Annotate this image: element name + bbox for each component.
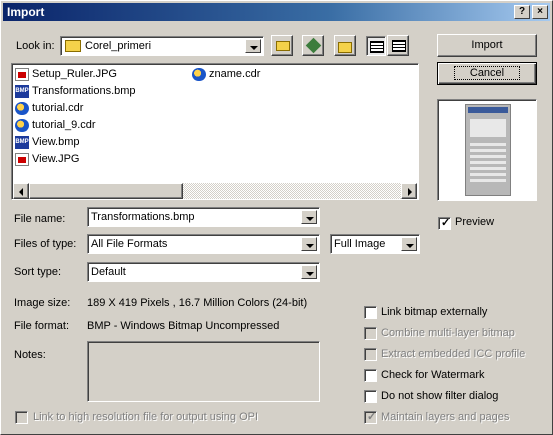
no-filter-dialog-checkbox[interactable] [364,390,377,403]
folder-up-icon [276,41,290,51]
files-of-type-label: Files of type: [14,238,77,250]
cdr-file-icon [15,118,29,132]
preview-checkbox[interactable]: ✓ [438,217,451,230]
file-format-label: File format: [14,320,70,332]
list-item[interactable]: tutorial.cdr [15,100,83,116]
list-item[interactable]: BMP Transformations.bmp [15,83,136,99]
cancel-button[interactable]: Cancel [437,62,537,85]
chevron-down-icon[interactable] [401,237,417,251]
title-bar: Import ? × [3,3,550,21]
notes-label: Notes: [14,349,46,361]
list-view-icon [370,41,384,53]
scroll-left-button[interactable] [13,183,29,199]
maintain-layers-label: Maintain layers and pages [381,411,510,423]
sort-type-value: Default [91,266,126,278]
full-image-combo[interactable]: Full Image [330,234,420,254]
horizontal-scrollbar[interactable] [13,183,417,199]
link-high-res-checkbox [15,411,28,424]
chevron-down-icon[interactable] [301,265,317,279]
files-of-type-combo[interactable]: All File Formats [87,234,320,254]
close-button[interactable]: × [532,5,548,19]
favorites-button[interactable] [302,35,324,56]
file-name-label: File name: [14,213,66,225]
preview-label: Preview [455,216,495,228]
preview-thumbnail [465,104,511,196]
link-bitmap-externally-checkbox[interactable] [364,306,377,319]
cancel-label: Cancel [453,66,521,80]
list-item[interactable]: Setup_Ruler.JPG [15,66,117,82]
file-name-value: Transformations.bmp [91,211,195,223]
checkmark-icon: ✓ [367,411,377,423]
scroll-thumb[interactable] [29,183,183,199]
combine-multi-layer-checkbox [364,327,377,340]
look-in-value: Corel_primeri [85,40,152,52]
look-in-label: Look in: [16,40,55,52]
image-size-value: 189 X 419 Pixels , 16.7 Million Colors (… [87,297,308,309]
new-folder-icon [338,42,352,53]
list-item[interactable]: zname.cdr [192,66,260,82]
window-title: Import [7,5,45,19]
list-item[interactable]: View.JPG [15,151,80,167]
sort-type-combo[interactable]: Default [87,262,320,282]
list-view-button[interactable] [366,36,386,56]
details-view-button[interactable] [387,35,409,56]
cdr-file-icon [192,67,206,81]
notes-box [87,341,320,402]
file-name-combo[interactable]: Transformations.bmp [87,207,320,227]
full-image-value: Full Image [334,238,386,250]
sort-type-label: Sort type: [14,266,62,278]
cdr-file-icon [15,101,29,115]
file-format-value: BMP - Windows Bitmap Uncompressed [87,320,280,332]
combine-multi-layer-label: Combine multi-layer bitmap [381,327,515,339]
check-watermark-label: Check for Watermark [381,369,485,381]
image-size-label: Image size: [14,297,71,309]
favorites-icon [305,37,322,54]
jpg-file-icon [15,152,29,166]
chevron-down-icon[interactable] [301,237,317,251]
arrow-right-icon [408,188,412,196]
chevron-down-icon[interactable] [301,210,317,224]
scroll-right-button[interactable] [401,183,417,199]
import-button[interactable]: Import [437,34,537,57]
chevron-down-icon[interactable] [245,39,261,53]
list-item[interactable]: BMP View.bmp [15,134,80,150]
help-button[interactable]: ? [514,5,530,19]
extract-icc-profile-label: Extract embedded ICC profile [381,348,526,360]
files-of-type-value: All File Formats [91,238,168,250]
maintain-layers-checkbox: ✓ [364,411,377,424]
look-in-combo[interactable]: Corel_primeri [60,36,264,56]
new-folder-button[interactable] [334,35,356,56]
list-item[interactable]: tutorial_9.cdr [15,117,96,133]
folder-icon [65,40,81,52]
arrow-left-icon [19,188,23,196]
import-dialog: Import ? × Look in: Corel_primeri Setup_… [0,0,553,435]
link-high-res-label: Link to high resolution file for output … [33,411,259,423]
check-watermark-checkbox[interactable] [364,369,377,382]
no-filter-dialog-label: Do not show filter dialog [381,390,499,402]
bmp-file-icon: BMP [15,84,29,98]
file-list[interactable]: Setup_Ruler.JPG BMP Transformations.bmp t… [11,63,419,200]
preview-pane [437,99,537,201]
link-bitmap-externally-label: Link bitmap externally [381,306,488,318]
checkmark-icon: ✓ [441,217,451,229]
extract-icc-profile-checkbox [364,348,377,361]
details-view-icon [392,40,406,52]
bmp-file-icon: BMP [15,135,29,149]
folder-up-button[interactable] [271,35,293,56]
jpg-file-icon [15,67,29,81]
